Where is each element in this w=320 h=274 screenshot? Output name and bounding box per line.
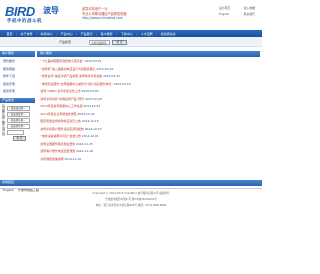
product-filter: 品牌 --请选择品牌-- 类型 --请选择类型-- 价格 --请选择价格-- 系列 --… [0, 103, 35, 142]
search-input[interactable]: 当前商品搜索 [89, 39, 110, 45]
nav-item[interactable]: 客户服务 [97, 32, 116, 36]
news-title[interactable]: 手机保修政策说明 [40, 157, 63, 161]
series-select[interactable]: --请选择系列-- [7, 124, 30, 129]
sidebar-item[interactable]: 使用手册 [3, 81, 35, 89]
news-title[interactable]: “波导杯”第二届移动电话设计大赛颁奖典礼 [40, 67, 95, 71]
news-item[interactable]: 波导手机荣获“中国名牌产品”称号 2015-02-28 [39, 96, 260, 104]
logo[interactable]: BIRD 波导 手机中的战斗机 [5, 4, 75, 26]
sidebar-item[interactable]: 软件下载 [3, 73, 35, 81]
nav-item[interactable]: 产品中心 [57, 32, 76, 36]
price-select[interactable]: --请选择价格-- [7, 118, 30, 123]
nav-item[interactable]: 首页 [3, 32, 16, 36]
news-date: 2014-12-01 [81, 134, 99, 138]
news-item[interactable]: 波导全国服务网点地址更新 2014-11-25 [39, 141, 260, 149]
news-title[interactable]: “十九届中国国际消费电子展览会” [40, 59, 83, 63]
search-button[interactable]: 搜 索 [112, 39, 127, 45]
header: BIRD 波导 手机中的战斗机 波导手机用户一元 专业从事移动通信产品研发制造 … [0, 0, 262, 30]
news-date: 2014-11-25 [76, 141, 93, 146]
news-date: 2014-12-20 [77, 111, 95, 116]
news-item[interactable]: 波导客户服务电话变更通知 2014-11-18 [39, 148, 260, 156]
news-title[interactable]: 波导 T-BIRD 系列手机全新上市 [40, 89, 80, 93]
footer-divider [0, 188, 262, 189]
news-title[interactable]: 波导全国服务网点地址更新 [40, 142, 75, 146]
type-select[interactable]: --请选择类型-- [7, 112, 30, 117]
sidebar-item[interactable]: 使用手册 [3, 88, 35, 96]
news-date: 2014-12-15 [81, 119, 99, 123]
sidebar-item[interactable]: 服务网络 [3, 66, 35, 74]
logo-mark: BIRD [5, 4, 35, 19]
search-label: 产品搜索 [59, 40, 72, 44]
news-date: 2014-12-10 [84, 126, 102, 131]
filter-search-button[interactable]: 搜 索 [13, 136, 26, 142]
main-nav: 首页 | 关于波导 | 新闻中心 | 产品中心 | 产品展示 | 客户服务 | 下载中心 | … [0, 30, 262, 37]
logo-cn: 波导 [43, 6, 59, 15]
news-title[interactable]: “重视售后服务”波导客服中心被评为“用户满意服务单位” [40, 82, 112, 86]
english-link[interactable]: English [219, 11, 229, 17]
keyword-input[interactable] [7, 130, 24, 135]
sidebar-item[interactable]: 预约服务 [3, 58, 35, 66]
news-item[interactable]: 波导手机客户服务满意度调查报告 2014-12-10 [39, 126, 260, 134]
news-item[interactable]: 手机保修政策说明 2014-11-10 [39, 156, 260, 164]
news-item[interactable]: 国家质量监督检验检疫总局公告 2014-12-15 [39, 118, 260, 126]
news-title[interactable]: 波导客户服务电话变更通知 [40, 149, 75, 153]
news-item[interactable]: 波导 T-BIRD 系列手机全新上市 2015-03-05 [39, 88, 260, 96]
nav-item[interactable]: 投资者关系 [157, 32, 179, 36]
nav-item[interactable]: 关于波导 [17, 32, 36, 36]
news-title[interactable]: 2014年度企业年报发布通知 [40, 112, 76, 116]
news-date: 2015-02-28 [84, 96, 102, 101]
news-date: 2014-11-10 [64, 156, 82, 161]
sidebar: 客户服务 预约服务 服务网络 软件下载 使用手册 使用手册 产品搜索 品牌 --请… [0, 51, 35, 142]
news-date: 2014-12-31 [83, 104, 101, 108]
news-list: “十九届中国国际消费电子展览会” 2015-03-21 “波导杯”第二届移动电话… [37, 57, 260, 164]
contact-link[interactable]: 联系我们 [244, 11, 255, 17]
news-date: 2015-03-10 [113, 81, 131, 86]
news-date: 2015-03-05 [81, 89, 99, 93]
news-date: 2015-03-12 [103, 74, 120, 78]
news-item[interactable]: “十九届中国国际消费电子展览会” 2015-03-21 [39, 58, 260, 66]
news-title[interactable]: “电信设备进网许可证”发放公告 [40, 134, 81, 138]
search-bar: 产品搜索 当前商品搜索 搜 索 [0, 37, 262, 47]
news-title[interactable]: 国家质量监督检验检疫总局公告 [40, 119, 80, 123]
news-item[interactable]: “电信设备进网许可证”发放公告 2014-12-01 [39, 133, 260, 141]
news-title[interactable]: 波导手机客户服务满意度调查报告 [40, 127, 83, 131]
nav-item[interactable]: 产品展示 [77, 32, 96, 36]
top-links: 设为首页 加入收藏 English 联系我们 [219, 5, 255, 17]
nav-item[interactable]: 新闻中心 [37, 32, 56, 36]
news-item[interactable]: 2014年度企业年报发布通知 2014-12-20 [39, 111, 260, 119]
header-slogan: 波导手机用户一元 专业从事移动通信产品研发制造 http://www.china… [82, 7, 162, 21]
news-item[interactable]: “重视售后服务”波导客服中心被评为“用户满意服务单位” 2015-03-10 [39, 81, 260, 89]
news-item[interactable]: “波导杯”第二届移动电话设计大赛颁奖典礼 2015-03-19 [39, 66, 260, 74]
footer-address: 地址：浙江省奉化市大成东路999号 电话：0574-88918888 [95, 204, 167, 207]
news-item[interactable]: 2014年度波导客服中心工作总结 2014-12-31 [39, 103, 260, 111]
sidebar-list: 预约服务 服务网络 软件下载 使用手册 使用手册 [0, 57, 35, 98]
news-title[interactable]: 2014年度波导客服中心工作总结 [40, 104, 82, 108]
main-content: 客户服务 “十九届中国国际消费电子展览会” 2015-03-21 “波导杯”第二… [37, 51, 260, 163]
footer: Copyright © 2014-2015 ChinaBird 波导股份有限公司… [0, 188, 262, 209]
news-title[interactable]: 波导手机荣获“中国名牌产品”称号 [40, 97, 83, 101]
news-date: 2015-03-21 [84, 59, 102, 63]
news-title[interactable]: “质检总局”抽查手机产品质量 波导两款手机合格 [40, 74, 102, 78]
news-date: 2015-03-19 [96, 66, 114, 71]
logo-slogan: 手机中的战斗机 [7, 19, 42, 24]
brand-select[interactable]: --请选择品牌-- [7, 106, 30, 111]
nav-item[interactable]: 人才招聘 [137, 32, 156, 36]
slogan-url[interactable]: http://www.chinabird.com [82, 16, 162, 21]
news-date: 2014-11-18 [76, 149, 93, 153]
nav-item[interactable]: 下载中心 [117, 32, 136, 36]
news-item[interactable]: “质检总局”抽查手机产品质量 波导两款手机合格 2015-03-12 [39, 73, 260, 81]
